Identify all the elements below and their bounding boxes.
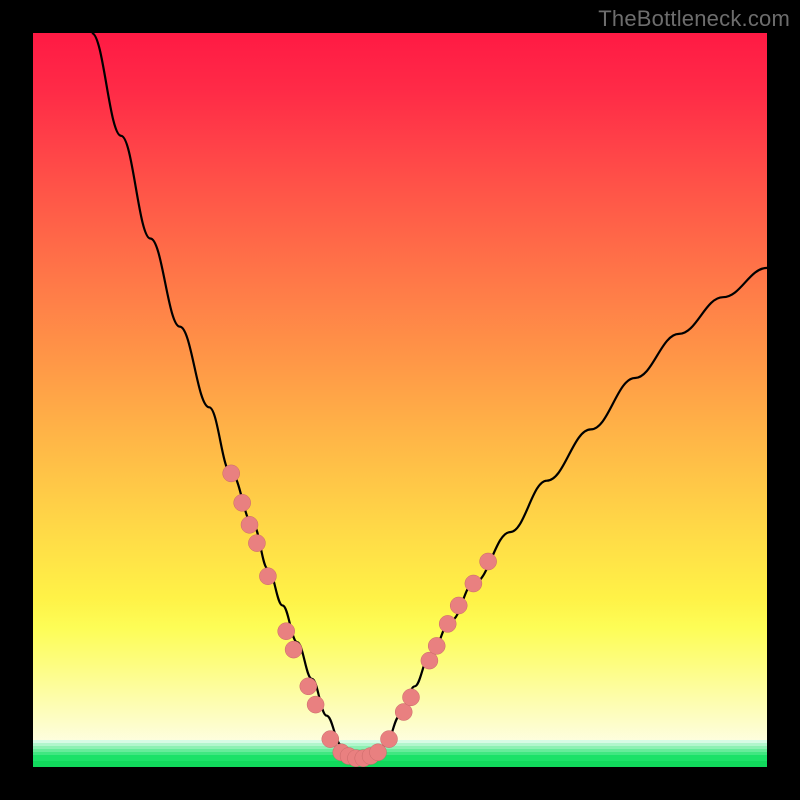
marker-dot [450,597,467,614]
marker-dot [395,704,412,721]
marker-dot [465,575,482,592]
marker-dot [259,568,276,585]
marker-dot [421,652,438,669]
marker-dot [234,494,251,511]
outer-frame: TheBottleneck.com [0,0,800,800]
marker-dot [223,465,240,482]
marker-dot [278,623,295,640]
marker-dot [285,641,302,658]
curve-layer [33,33,767,767]
marker-dot [248,535,265,552]
plot-area [33,33,767,767]
watermark-text: TheBottleneck.com [598,6,790,32]
marker-dot [307,696,324,713]
marker-dot [439,615,456,632]
marker-dot [322,731,339,748]
marker-dot [428,637,445,654]
bottleneck-curve [92,33,767,760]
marker-dot [300,678,317,695]
marker-dot [241,516,258,533]
marker-dot [480,553,497,570]
marker-dot [370,744,387,761]
marker-dot [381,731,398,748]
marker-dot [403,689,420,706]
